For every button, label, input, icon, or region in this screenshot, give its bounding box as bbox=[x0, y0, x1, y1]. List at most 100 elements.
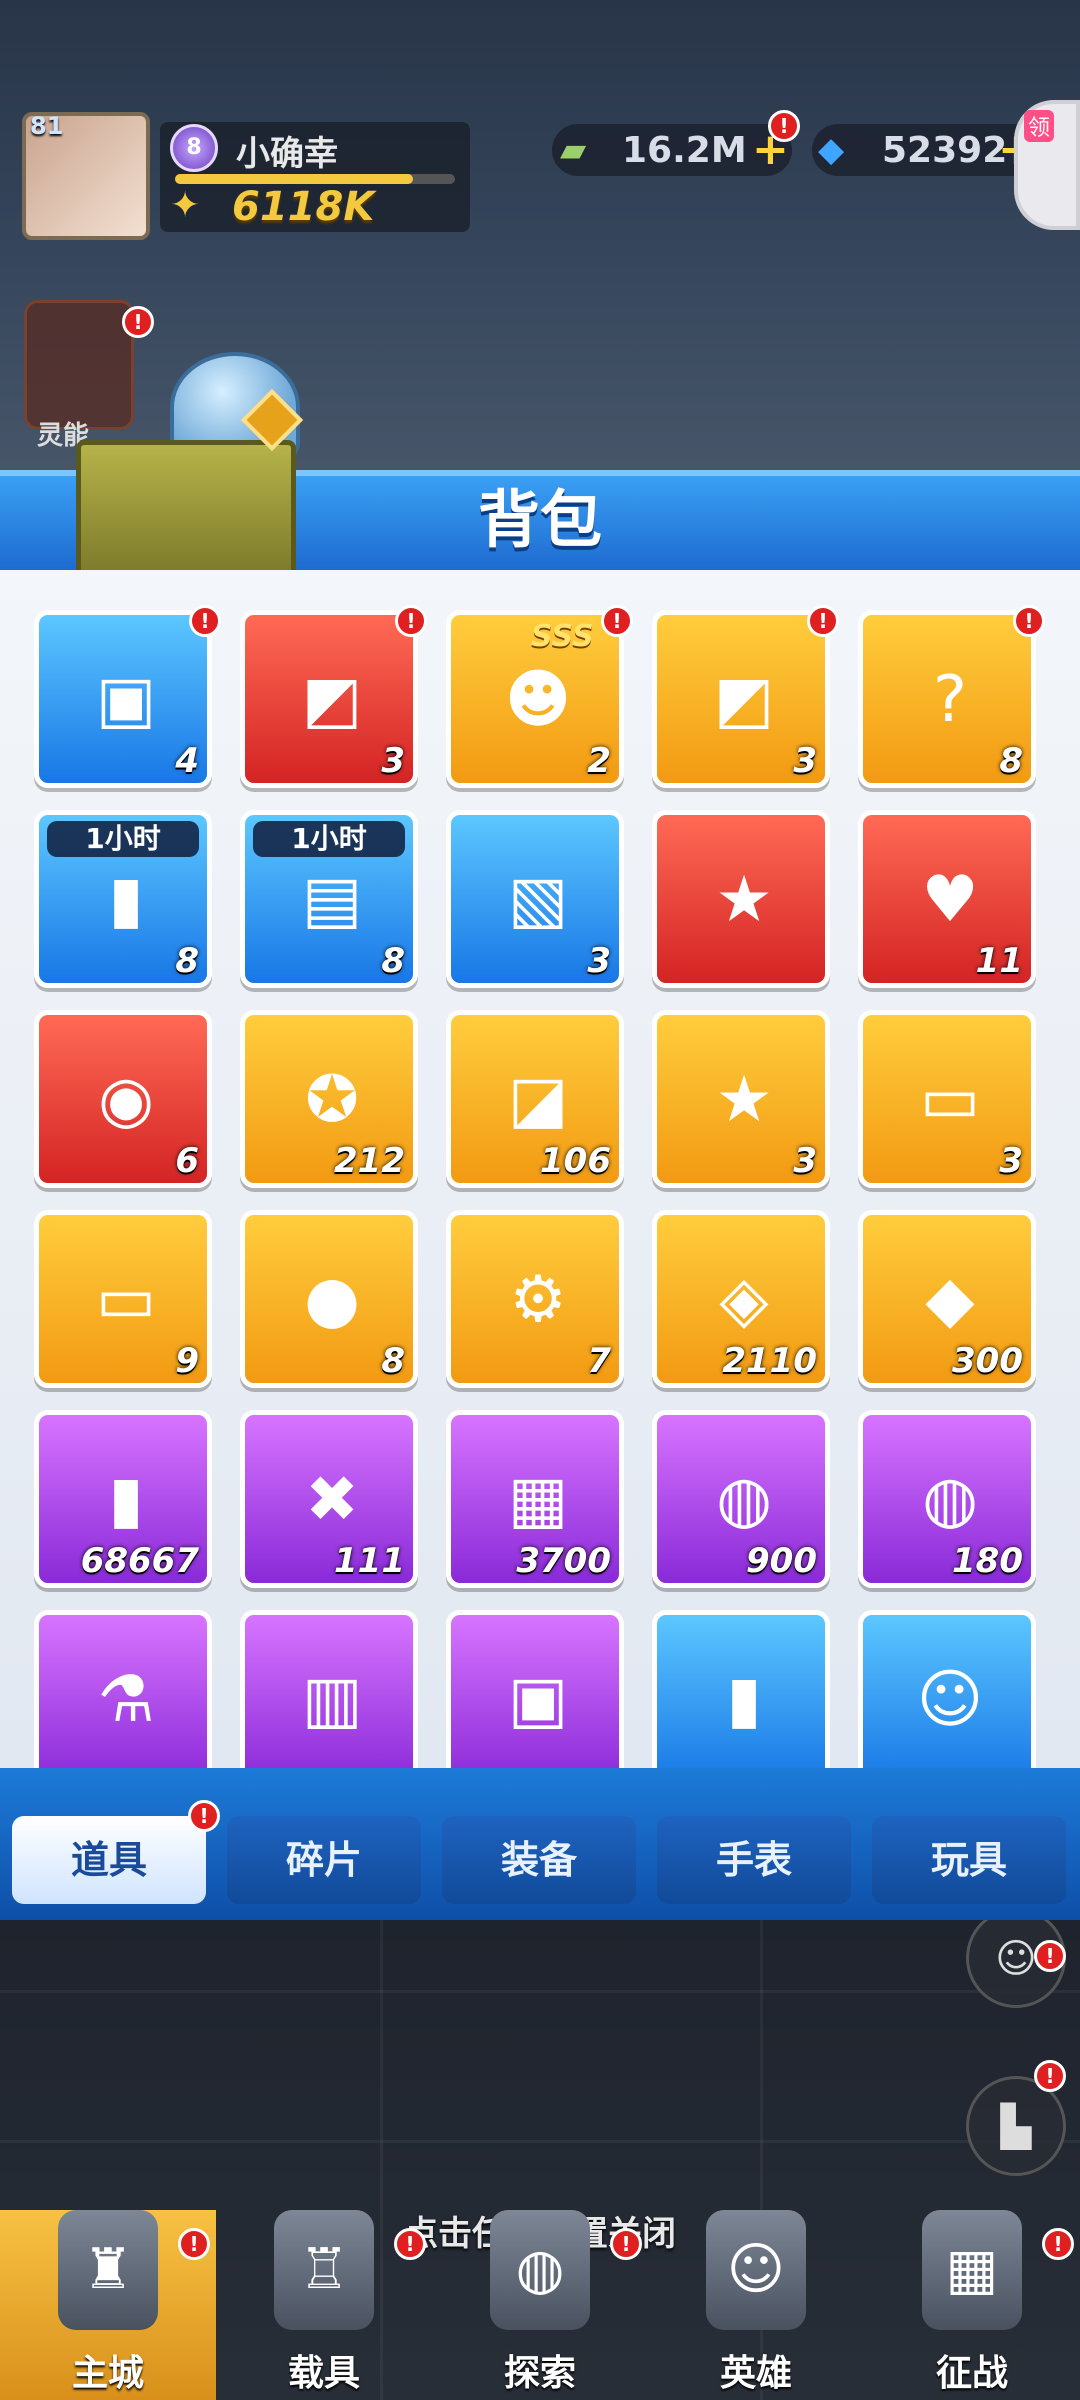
inventory-item[interactable]: ● 8 bbox=[240, 1210, 418, 1388]
inventory-item[interactable]: ▤ 1小时 8 bbox=[240, 810, 418, 988]
rank-badge: 8 bbox=[170, 124, 218, 172]
item-grade-label: SSS bbox=[531, 619, 594, 654]
player-power: 6118K bbox=[232, 184, 375, 230]
item-count: 68667 bbox=[80, 1541, 199, 1581]
nav-item-3[interactable]: ☺ 英雄 bbox=[648, 2210, 864, 2400]
item-alert-icon: ! bbox=[807, 605, 839, 637]
red-star-book-icon: ★ bbox=[715, 863, 773, 937]
nav-item-2[interactable]: ◍ 探索! bbox=[432, 2210, 648, 2400]
blue-book-icon: ◩ bbox=[713, 663, 775, 737]
orange-ticket-icon: ▭ bbox=[919, 1063, 981, 1137]
tab-1[interactable]: 碎片 bbox=[227, 1816, 421, 1904]
nav-label: 征战 bbox=[935, 2353, 1008, 2394]
gem-icon: ◆ bbox=[818, 130, 845, 170]
inventory-item[interactable]: ☻ SSS 2! bbox=[446, 605, 633, 788]
inventory-item[interactable]: ◪ 106 bbox=[446, 1010, 624, 1188]
item-count: 8 bbox=[999, 741, 1023, 781]
item-count: 3 bbox=[587, 941, 611, 981]
inventory-item[interactable]: ▮ 68667 bbox=[34, 1410, 212, 1588]
item-count: 3700 bbox=[516, 1541, 611, 1581]
inventory-item[interactable]: ▣ bbox=[446, 1610, 624, 1768]
red-star-book-icon: ★ bbox=[715, 1063, 773, 1137]
inventory-item[interactable]: ▮ 1小时 8 bbox=[34, 810, 212, 988]
event-corner-label: 领 bbox=[1024, 110, 1055, 142]
item-duration-tag: 1小时 bbox=[47, 821, 199, 857]
mystery-book-icon: ? bbox=[933, 663, 967, 737]
player-name: 小确幸 bbox=[236, 134, 338, 174]
psionic-button[interactable]: 灵能 bbox=[24, 300, 134, 451]
inventory-item[interactable]: ⚙ 7 bbox=[446, 1210, 624, 1388]
inventory-item[interactable]: ◆ 300 bbox=[858, 1210, 1036, 1388]
inventory-item[interactable]: ★ bbox=[652, 810, 830, 988]
tab-2[interactable]: 装备 bbox=[442, 1816, 636, 1904]
exp-can-icon: ▮ bbox=[108, 863, 144, 937]
player-level: 81 bbox=[30, 112, 64, 140]
inventory-item[interactable]: ▧ 3 bbox=[446, 810, 624, 988]
tab-alert-icon: ! bbox=[188, 1800, 220, 1832]
cash-value: 16.2M bbox=[622, 130, 747, 171]
inventory-item[interactable]: ◍ 180 bbox=[858, 1410, 1036, 1588]
inventory-item[interactable]: ▭ 9 bbox=[34, 1210, 212, 1388]
item-duration-tag: 1小时 bbox=[253, 821, 405, 857]
nav-label: 载具 bbox=[287, 2353, 360, 2394]
sss-hero-card-icon: ☻ bbox=[504, 663, 572, 737]
item-count: 180 bbox=[952, 1541, 1023, 1581]
inventory-item[interactable]: ▣ 4! bbox=[34, 605, 221, 788]
inventory-item[interactable]: ✪ 212 bbox=[240, 1010, 418, 1188]
inventory-item[interactable]: ◩ 3! bbox=[240, 605, 427, 788]
inventory-item[interactable]: ✖ 111 bbox=[240, 1410, 418, 1588]
item-alert-icon: ! bbox=[189, 605, 221, 637]
nav-alert-icon: ! bbox=[394, 2228, 426, 2260]
item-grid-panel[interactable]: ▣ 4! ◩ 3! ☻ SSS 2! ◩ 3!? 8! ▮ 1小时 8 ▤ 1小时 8 ▧ 3 ★ ♥ 11 ◉ 6 ✪ 212… bbox=[0, 570, 1080, 1768]
purple-book-icon: ◩ bbox=[301, 663, 363, 737]
tab-3[interactable]: 手表 bbox=[657, 1816, 851, 1904]
inventory-item[interactable]: ☺ bbox=[858, 1610, 1036, 1768]
nav-label: 英雄 bbox=[719, 2353, 792, 2394]
item-alert-icon: ! bbox=[395, 605, 427, 637]
crystal-ore-icon: ◆ bbox=[925, 1263, 975, 1337]
cash-stack-icon: ▤ bbox=[301, 863, 363, 937]
item-count: 2110 bbox=[722, 1341, 817, 1381]
inventory-item[interactable]: ▥ bbox=[240, 1610, 418, 1768]
inventory-item[interactable]: ◍ 900 bbox=[652, 1410, 830, 1588]
item-count: 4 bbox=[175, 741, 199, 781]
nav-item-1[interactable]: ♖ 载具! bbox=[216, 2210, 432, 2400]
inventory-item[interactable]: ◉ 6 bbox=[34, 1010, 212, 1188]
power-wings-icon: ✦ bbox=[170, 185, 201, 226]
nav-item-0[interactable]: ♜ 主城! bbox=[0, 2210, 216, 2400]
item-count: 8 bbox=[175, 941, 199, 981]
green-chip-icon: ▥ bbox=[301, 1663, 363, 1737]
nav-item-4[interactable]: ▦ 征战! bbox=[864, 2210, 1080, 2400]
item-count: 3 bbox=[381, 741, 405, 781]
crystal-heart-icon: ♥ bbox=[921, 863, 979, 937]
inventory-item[interactable]: ⚗ bbox=[34, 1610, 212, 1768]
tool-card-icon: ✖ bbox=[305, 1463, 359, 1537]
exp-progress-bar bbox=[175, 174, 455, 184]
blue-emblem-icon: ◈ bbox=[719, 1263, 769, 1337]
nav-label: 探索 bbox=[503, 2353, 576, 2394]
item-count: 7 bbox=[587, 1341, 611, 1381]
chest-icon: ▣ bbox=[95, 663, 157, 737]
purple-card-icon: ◪ bbox=[507, 1063, 569, 1137]
item-count: 106 bbox=[540, 1141, 611, 1181]
inventory-item[interactable]: ▭ 3 bbox=[858, 1010, 1036, 1188]
globe-icon: ◍ bbox=[490, 2210, 590, 2330]
event-corner-button[interactable]: 领 bbox=[1014, 100, 1080, 230]
item-count: 212 bbox=[334, 1141, 405, 1181]
inventory-item[interactable]: ? 8! bbox=[858, 605, 1045, 788]
item-count: 8 bbox=[381, 1341, 405, 1381]
tab-0[interactable]: 道具 bbox=[12, 1816, 206, 1904]
inventory-item[interactable]: ◩ 3! bbox=[652, 605, 839, 788]
tab-4[interactable]: 玩具 bbox=[872, 1816, 1066, 1904]
inventory-item[interactable]: ★ 3 bbox=[652, 1010, 830, 1188]
item-count: 2 bbox=[587, 741, 611, 781]
red-ticket-card-icon: ▧ bbox=[507, 863, 569, 937]
inventory-item[interactable]: ◈ 2110 bbox=[652, 1210, 830, 1388]
green-badge-icon: ◍ bbox=[716, 1463, 772, 1537]
item-count: 11 bbox=[975, 941, 1023, 981]
inventory-item[interactable]: ▮ bbox=[652, 1610, 830, 1768]
gem-resource: ◆ 52392 + bbox=[812, 124, 1044, 176]
inventory-item[interactable]: ♥ 11 bbox=[858, 810, 1036, 988]
green-potion-icon: ⚗ bbox=[97, 1663, 155, 1737]
inventory-item[interactable]: ▦ 3700 bbox=[446, 1410, 624, 1588]
